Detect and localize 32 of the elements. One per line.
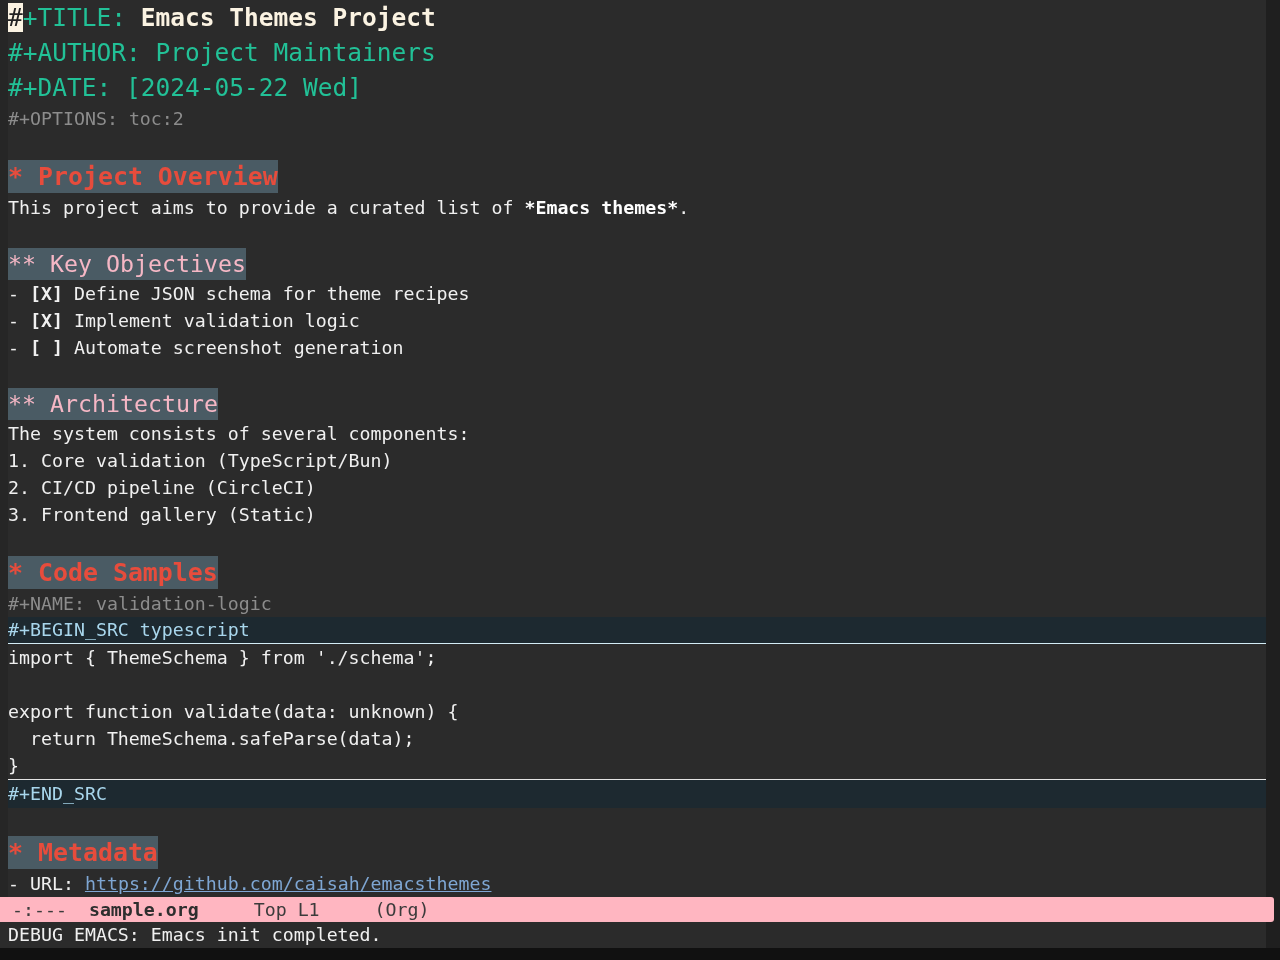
section-heading: * Code Samples xyxy=(8,556,218,589)
body-text: 3. Frontend gallery (Static) xyxy=(8,504,316,525)
keyword-value: toc:2 xyxy=(128,108,184,129)
body-text: 2. CI/CD pipeline (CircleCI) xyxy=(8,477,316,498)
body-text: 1. Core validation (TypeScript/Bun) xyxy=(8,450,393,471)
url-link[interactable]: https://github.com/caisah/emacsthemes xyxy=(84,873,492,894)
url-label: - URL: xyxy=(8,873,74,894)
body-text: The system consists of several components: xyxy=(8,423,470,444)
echo-message: DEBUG EMACS: Emacs init completed. xyxy=(8,924,382,945)
checklist-item: - [ ] Automate screenshot generation xyxy=(8,337,404,358)
subsection-heading: ** Architecture xyxy=(8,388,218,420)
src-block-end: #+END_SRC xyxy=(8,779,1266,808)
keyword-value: [2024-05-22 Wed] xyxy=(126,73,363,102)
paragraph-text: This project aims to provide a curated list of *Emacs themes*. xyxy=(8,197,690,218)
org-keyword: #+NAME: xyxy=(8,593,85,614)
section-heading: * Project Overview xyxy=(8,160,278,193)
org-keyword: #+AUTHOR: xyxy=(8,38,141,67)
keyword-value: validation-logic xyxy=(95,593,272,614)
buffer-name: sample.org xyxy=(88,899,199,920)
org-keyword: #+OPTIONS: xyxy=(8,108,118,129)
code-text: import { ThemeSchema } from './schema'; export function validate(data: unknown) { return ThemeSchema.safeParse(data); } xyxy=(8,646,460,778)
buffer-position: Top L1 xyxy=(253,899,320,920)
src-block-begin: #+BEGIN_SRC typescript xyxy=(8,617,1266,644)
org-keyword: #+DATE: xyxy=(8,73,112,102)
checklist-item: - [X] Define JSON schema for theme recipes xyxy=(8,283,470,304)
buffer-state: -:--- xyxy=(12,899,67,920)
major-mode: (Org) xyxy=(374,899,430,920)
document-title: Emacs Themes Project xyxy=(140,3,436,32)
keyword-value: Project Maintainers xyxy=(155,38,436,67)
subsection-heading: ** Key Objectives xyxy=(8,248,246,280)
section-heading: * Metadata xyxy=(8,836,158,869)
checklist-item: - [X] Implement validation logic xyxy=(8,310,360,331)
